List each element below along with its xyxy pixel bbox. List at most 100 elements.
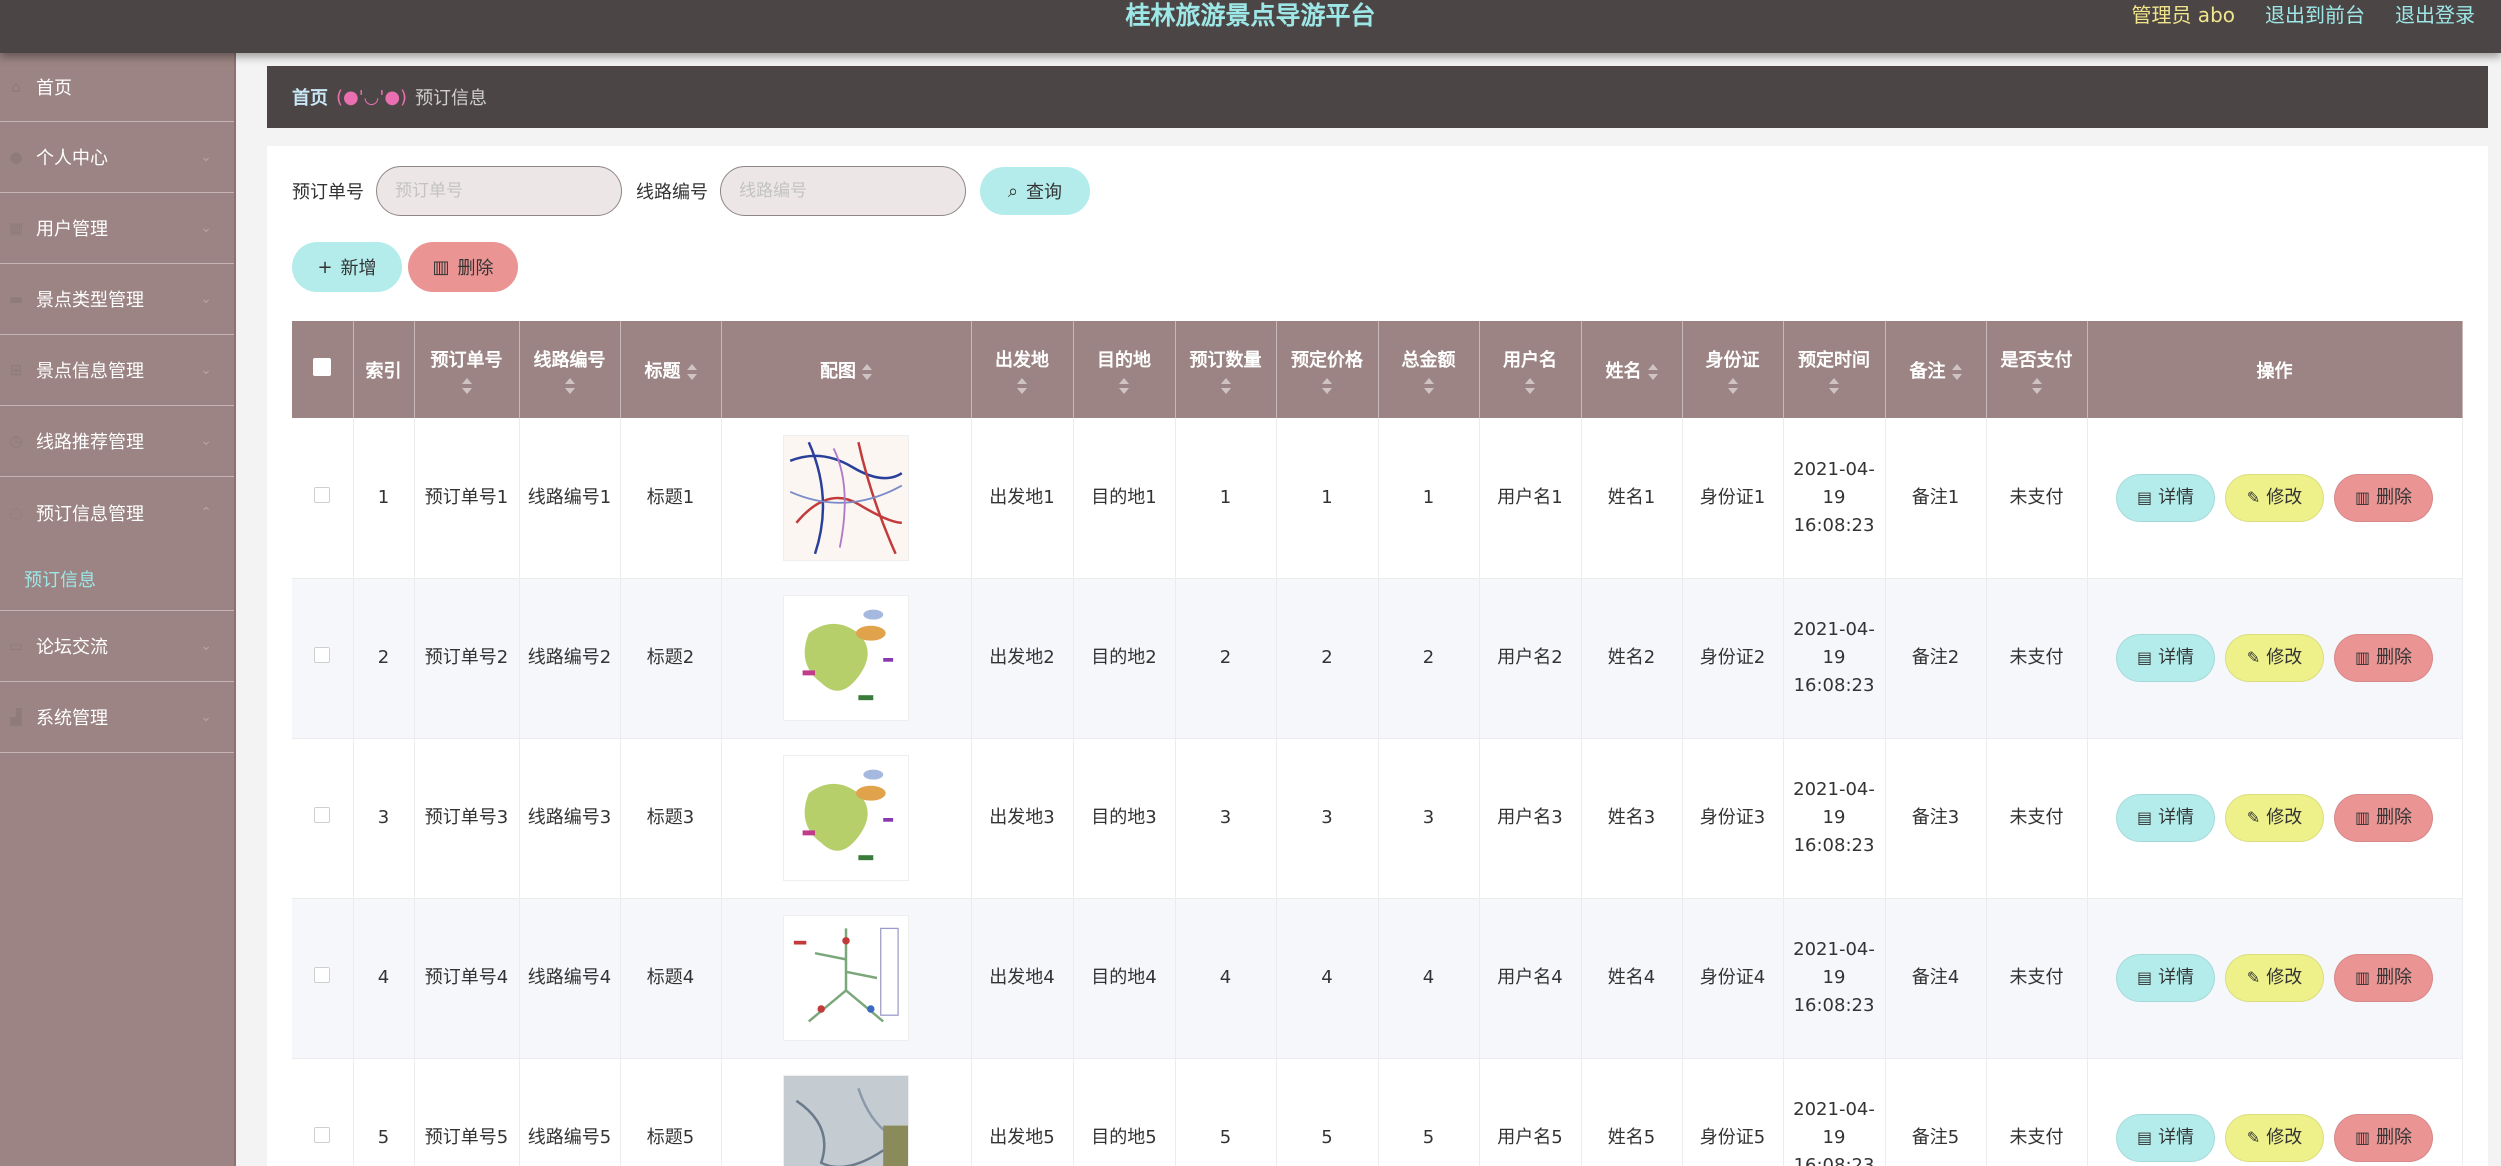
column-header-id-card[interactable]: 身份证 <box>1682 321 1784 418</box>
sort-icon[interactable] <box>862 363 872 380</box>
edit-button[interactable]: ✎ 修改 <box>2225 634 2324 682</box>
sidebar-item-users[interactable]: ▦ 用户管理 ⌄ <box>0 193 234 264</box>
main-panel: 预订单号 线路编号 ⌕ 查询 + 新增 ▥ 删除 索引 预订单 <box>267 146 2488 1166</box>
add-button[interactable]: + 新增 <box>292 242 402 292</box>
column-header-title[interactable]: 标题 <box>620 321 722 418</box>
column-header-route-no[interactable]: 线路编号 <box>519 321 621 418</box>
detail-button[interactable]: ▤ 详情 <box>2116 794 2215 842</box>
detail-button[interactable]: ▤ 详情 <box>2116 634 2215 682</box>
sidebar: ⌂ 首页 ● 个人中心 ⌄ ▦ 用户管理 ⌄ ▬ 景点类型管理 ⌄ ⊞ 景点信息… <box>0 53 236 1166</box>
detail-button[interactable]: ▤ 详情 <box>2116 473 2215 522</box>
column-header-image[interactable]: 配图 <box>721 321 972 418</box>
delete-button[interactable]: ▥ 删除 <box>2334 794 2433 842</box>
cell-name: 姓名2 <box>1581 578 1683 739</box>
row-select-cell <box>292 738 354 899</box>
edit-button[interactable]: ✎ 修改 <box>2225 1114 2324 1162</box>
sidebar-item-scenic-info[interactable]: ⊞ 景点信息管理 ⌄ <box>0 335 234 406</box>
sidebar-item-forum[interactable]: ▭ 论坛交流 ⌄ <box>0 611 234 682</box>
table-row[interactable]: 3 预订单号3 线路编号3 标题3 出发地3 目的地3 3 3 3 用户名3 姓名3 身份证3 2021… <box>292 738 2463 899</box>
table-row[interactable]: 5 预订单号5 线路编号5 标题5 出发地5 目的地5 5 5 5 用户名5 姓名5 身份证5 2021… <box>292 1058 2463 1166</box>
row-checkbox[interactable] <box>314 807 331 823</box>
cell-title: 标题1 <box>620 418 722 579</box>
header-label: 索引 <box>365 360 402 382</box>
exit-to-front-link[interactable]: 退出到前台 <box>2265 0 2365 30</box>
batch-delete-button[interactable]: ▥ 删除 <box>408 242 518 292</box>
route-map-thumbnail[interactable] <box>783 915 909 1041</box>
cell-time: 2021-04-19 16:08:23 <box>1783 1058 1886 1166</box>
order-no-input[interactable] <box>376 166 622 216</box>
column-header-order-no[interactable]: 预订单号 <box>414 321 520 418</box>
sort-icon[interactable] <box>2031 377 2042 394</box>
edit-button-label: 修改 <box>2266 807 2303 828</box>
column-header-name[interactable]: 姓名 <box>1581 321 1683 418</box>
row-checkbox[interactable] <box>314 967 331 983</box>
cell-note: 备注3 <box>1885 738 1987 899</box>
sort-icon[interactable] <box>1220 377 1231 394</box>
route-map-thumbnail[interactable] <box>783 434 909 561</box>
sort-icon[interactable] <box>1727 377 1738 394</box>
logout-link[interactable]: 退出登录 <box>2395 0 2475 30</box>
sidebar-item-label: 论坛交流 <box>36 637 108 658</box>
sort-icon[interactable] <box>1829 377 1839 394</box>
sort-icon[interactable] <box>1322 377 1332 394</box>
select-all-checkbox[interactable] <box>313 358 332 376</box>
route-map-thumbnail[interactable] <box>783 595 909 721</box>
sidebar-item-home[interactable]: ⌂ 首页 <box>0 53 234 122</box>
cell-image <box>721 738 972 899</box>
column-header-price[interactable]: 预定价格 <box>1276 321 1379 418</box>
edit-button[interactable]: ✎ 修改 <box>2225 473 2324 522</box>
delete-button[interactable]: ▥ 删除 <box>2334 954 2433 1002</box>
trash-icon: ▥ <box>2354 487 2371 507</box>
sort-icon[interactable] <box>1525 377 1535 394</box>
cell-actions: ▤ 详情 ✎ 修改 ▥ 删除 <box>2087 578 2463 739</box>
column-header-time[interactable]: 预定时间 <box>1783 321 1886 418</box>
sidebar-item-scenic-types[interactable]: ▬ 景点类型管理 ⌄ <box>0 264 234 335</box>
chevron-down-icon: ⌄ <box>200 291 212 307</box>
query-button[interactable]: ⌕ 查询 <box>980 167 1090 215</box>
query-button-label: 查询 <box>1026 182 1063 203</box>
sort-icon[interactable] <box>461 377 472 394</box>
sort-icon[interactable] <box>1423 377 1434 394</box>
column-header-note[interactable]: 备注 <box>1885 321 1987 418</box>
table-row[interactable]: 4 预订单号4 线路编号4 标题4 出发地4 目的地4 4 4 4 用户名4 姓名4 身份证4 2021… <box>292 898 2463 1059</box>
sort-icon[interactable] <box>1951 363 1962 380</box>
column-header-departure[interactable]: 出发地 <box>971 321 1074 418</box>
breadcrumb-home[interactable]: 首页 <box>292 84 328 110</box>
sidebar-item-profile[interactable]: ● 个人中心 ⌄ <box>0 122 234 193</box>
delete-button[interactable]: ▥ 删除 <box>2334 634 2433 682</box>
edit-button[interactable]: ✎ 修改 <box>2225 794 2324 842</box>
delete-button[interactable]: ▥ 删除 <box>2334 473 2433 522</box>
sidebar-item-label: 系统管理 <box>36 708 108 729</box>
column-header-paid[interactable]: 是否支付 <box>1986 321 2088 418</box>
table-row[interactable]: 1 预订单号1 线路编号1 标题1 出发地1 目的地1 1 1 1 用户名1 姓名1 身份证1 2021… <box>292 418 2463 579</box>
sort-icon[interactable] <box>564 377 575 394</box>
column-header-quantity[interactable]: 预订数量 <box>1175 321 1277 418</box>
sidebar-item-bookings[interactable]: ◌ 预订信息管理 ⌃ <box>0 477 234 548</box>
sidebar-item-system[interactable]: ▟ 系统管理 ⌄ <box>0 682 234 753</box>
cell-total: 1 <box>1378 418 1480 579</box>
sort-icon[interactable] <box>1647 363 1658 380</box>
column-header-username[interactable]: 用户名 <box>1479 321 1582 418</box>
cell-paid: 未支付 <box>1986 898 2088 1059</box>
column-header-total[interactable]: 总金额 <box>1378 321 1480 418</box>
route-no-input[interactable] <box>720 166 966 216</box>
cell-actions: ▤ 详情 ✎ 修改 ▥ 删除 <box>2087 418 2463 579</box>
cell-note: 备注1 <box>1885 418 1987 579</box>
detail-button[interactable]: ▤ 详情 <box>2116 954 2215 1002</box>
sort-icon[interactable] <box>686 363 697 380</box>
detail-button[interactable]: ▤ 详情 <box>2116 1114 2215 1162</box>
row-checkbox[interactable] <box>314 647 331 663</box>
sort-icon[interactable] <box>1017 377 1027 394</box>
column-header-destination[interactable]: 目的地 <box>1073 321 1176 418</box>
sidebar-item-label: 景点类型管理 <box>36 290 144 311</box>
sidebar-subitem-booking-info[interactable]: 预订信息 <box>0 548 234 611</box>
edit-button[interactable]: ✎ 修改 <box>2225 954 2324 1002</box>
delete-button[interactable]: ▥ 删除 <box>2334 1114 2433 1162</box>
route-map-thumbnail[interactable] <box>783 755 909 881</box>
sidebar-item-routes[interactable]: ◷ 线路推荐管理 ⌄ <box>0 406 234 477</box>
row-checkbox[interactable] <box>314 1127 331 1143</box>
sort-icon[interactable] <box>1119 377 1129 394</box>
table-row[interactable]: 2 预订单号2 线路编号2 标题2 出发地2 目的地2 2 2 2 用户名2 姓名2 身份证2 2021… <box>292 578 2463 739</box>
route-map-thumbnail[interactable] <box>783 1075 909 1166</box>
row-checkbox[interactable] <box>314 486 331 503</box>
